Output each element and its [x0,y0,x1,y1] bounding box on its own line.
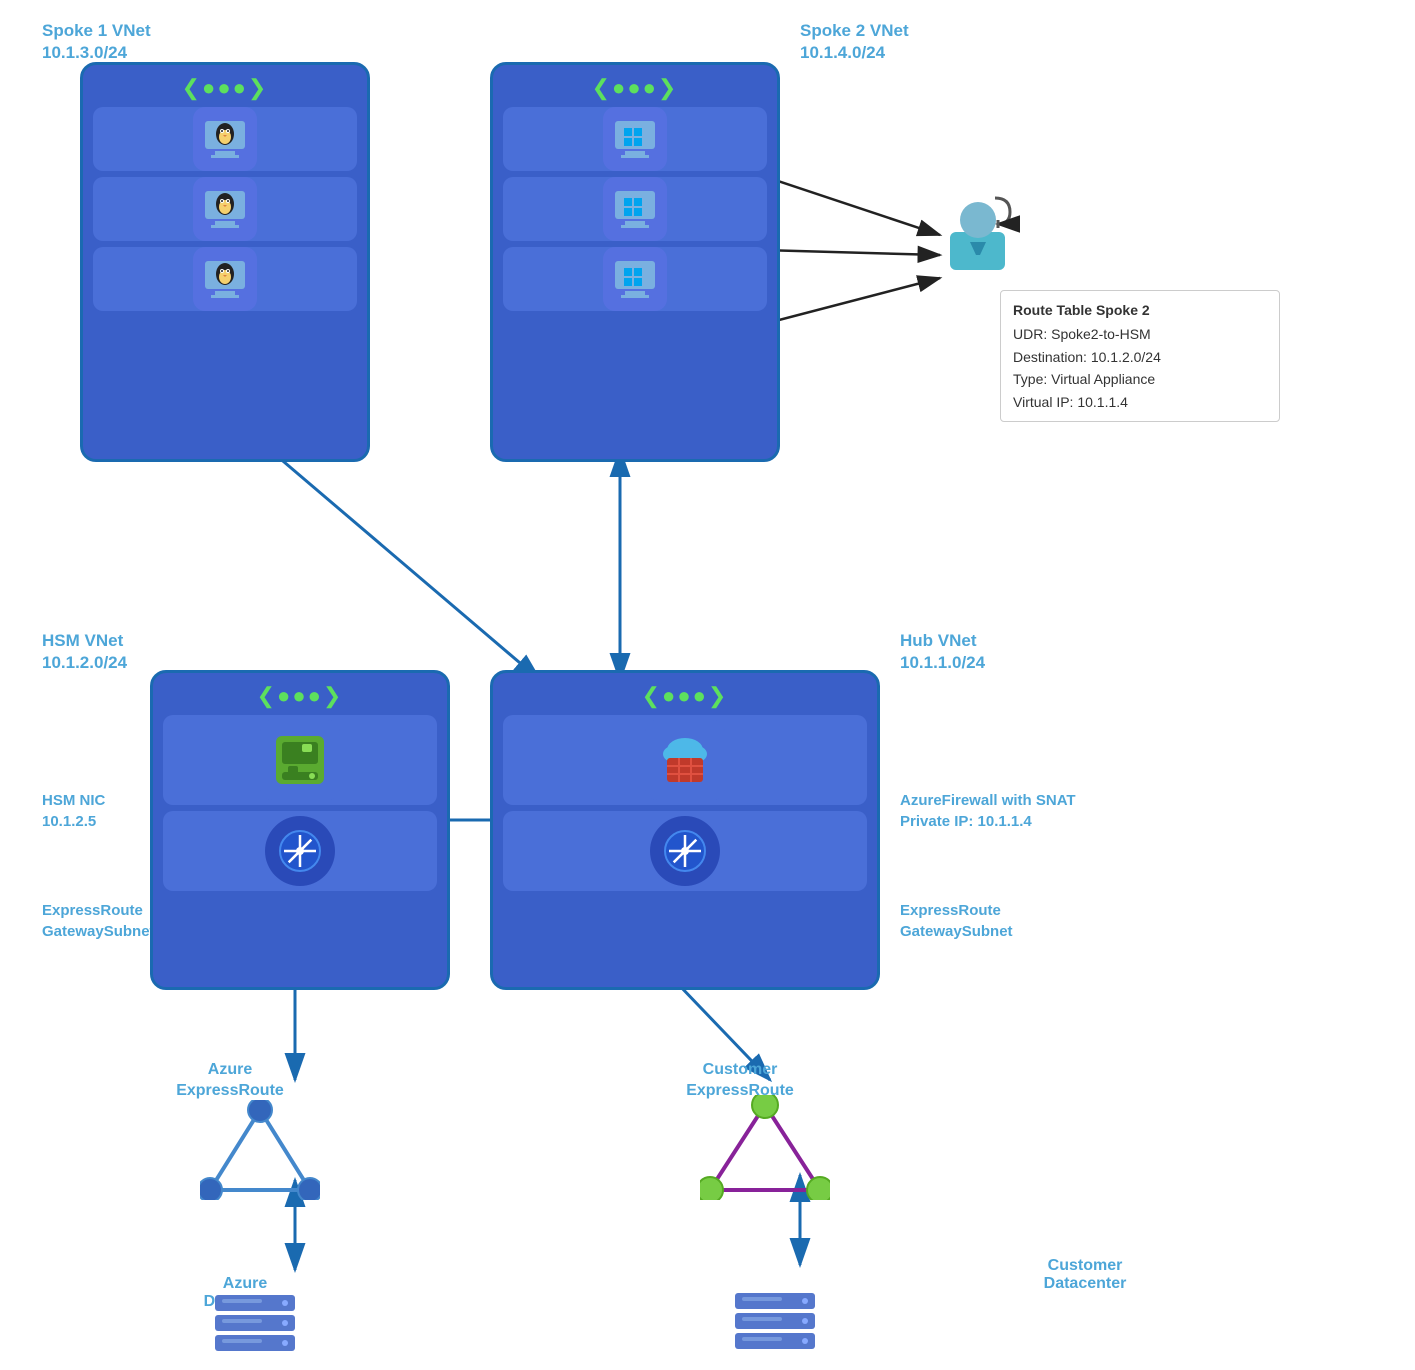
spoke1-vnet-header: ❮●●●❯ [93,75,357,101]
spoke2-vnet-box: ❮●●●❯ [490,62,780,462]
spoke1-vm2-icon [193,177,257,241]
spoke1-vnet-label: Spoke 1 VNet 10.1.3.0/24 [42,20,151,64]
hub-gateway-row [503,811,867,891]
hub-vnet-box: ❮●●●❯ [490,670,880,990]
customer-expressroute-node [700,1095,830,1205]
spoke2-vm3-row [503,247,767,311]
spoke1-vm1-row [93,107,357,171]
hsm-vnet-box: ❮●●●❯ [150,670,450,990]
hub-vnet-label: Hub VNet 10.1.1.0/24 [900,630,985,674]
spoke1-vm3-icon [193,247,257,311]
hsm-nic-label: HSM NIC 10.1.2.5 [42,790,105,832]
hsm-appliance-row [163,715,437,805]
spoke2-vm2-icon [603,177,667,241]
route-table-type: Type: Virtual Appliance [1013,368,1267,390]
spoke1-vnet-box: ❮●●●❯ [80,62,370,462]
hsm-gateway-label: ExpressRoute GatewaySubnet [42,900,155,942]
hsm-vnet-header: ❮●●●❯ [163,683,437,709]
diagram-container: Spoke 1 VNet 10.1.3.0/24 ❮●●●❯ [0,0,1415,1355]
customer-datacenter-label: Customer Datacenter [1010,1257,1160,1293]
azure-expressroute-label: Azure ExpressRoute [150,1060,310,1102]
hsm-gateway-row [163,811,437,891]
customer-datacenter-icon [730,1283,820,1368]
hub-firewall-icon [645,720,725,800]
spoke2-vm2-row [503,177,767,241]
hub-vnet-header: ❮●●●❯ [503,683,867,709]
spoke1-vm1-icon [193,107,257,171]
azure-datacenter-icon [210,1285,300,1370]
route-table-box: Route Table Spoke 2 UDR: Spoke2-to-HSM D… [1000,290,1280,422]
firewall-label: AzureFirewall with SNAT Private IP: 10.1… [900,790,1076,832]
spoke2-vm1-icon [603,107,667,171]
spoke2-vnet-label: Spoke 2 VNet 10.1.4.0/24 [800,20,909,64]
azure-expressroute-node [200,1100,320,1205]
hsm-vnet-label: HSM VNet 10.1.2.0/24 [42,630,127,674]
hub-chevron-icon: ❮●●●❯ [642,683,729,709]
spoke1-vm2-row [93,177,357,241]
spoke2-vm1-row [503,107,767,171]
hub-firewall-row [503,715,867,805]
spoke1-chevron-icon: ❮●●●❯ [182,75,269,101]
hub-gateway-icon [650,816,720,886]
route-table-title: Route Table Spoke 2 [1013,299,1267,321]
hsm-appliance-icon [260,720,340,800]
route-table-vip: Virtual IP: 10.1.1.4 [1013,391,1267,413]
hub-gateway-label: ExpressRoute GatewaySubnet [900,900,1013,942]
spoke2-chevron-icon: ❮●●●❯ [592,75,679,101]
spoke1-vm3-row [93,247,357,311]
route-table-udr: UDR: Spoke2-to-HSM [1013,323,1267,345]
route-table-destination: Destination: 10.1.2.0/24 [1013,346,1267,368]
hsm-gateway-icon [265,816,335,886]
user-icon-area [940,190,1020,285]
spoke2-vm3-icon [603,247,667,311]
hsm-chevron-icon: ❮●●●❯ [257,683,344,709]
spoke2-vnet-header: ❮●●●❯ [503,75,767,101]
